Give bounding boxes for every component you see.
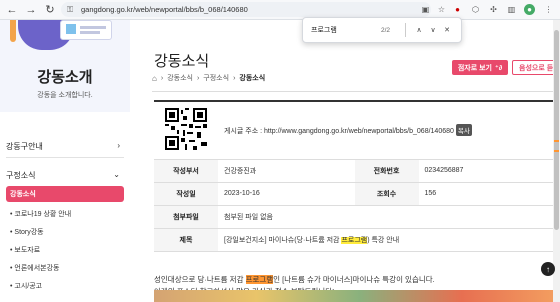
find-close-icon[interactable]: ✕ <box>440 26 454 34</box>
subitem-press[interactable]: • 보도자료 <box>6 242 124 258</box>
scrollbar-thumb[interactable] <box>554 30 559 230</box>
subject-text: ) 특강 안내 <box>367 236 400 244</box>
find-match-marker <box>554 140 559 142</box>
find-count: 2/2 <box>381 26 391 34</box>
find-next-icon[interactable]: ∨ <box>426 26 440 34</box>
browser-window: ← → ↻ ⚿ gangdong.go.kr/web/newportal/bbs… <box>0 0 560 302</box>
page-title: 강동소식 <box>154 53 210 70</box>
date-value: 2023-10-16 <box>218 182 355 206</box>
back-icon[interactable]: ← <box>5 3 19 17</box>
address-bar[interactable]: ⚿ gangdong.go.kr/web/newportal/bbs/b_068… <box>61 2 431 17</box>
breadcrumb: ⌂ › 강동소식 › 구정소식 › 강동소식 <box>152 73 265 83</box>
profile-icon[interactable]: ● <box>524 4 535 15</box>
chevron-right-icon: › <box>117 141 120 150</box>
hero-illustration <box>10 20 16 42</box>
lock-icon[interactable]: ⚿ <box>67 5 76 14</box>
chevron-down-icon: ⌄ <box>113 170 120 179</box>
sidebar-title: 강동소개 <box>37 69 93 86</box>
record-icon[interactable]: ● <box>452 4 463 15</box>
menu-divider <box>6 157 124 158</box>
braille-icon: ⁺∂ <box>495 64 503 72</box>
phone-label: 전화번호 <box>354 159 419 183</box>
find-highlight-current: 프로그램 <box>245 275 274 284</box>
sidebar-item-label: 구정소식 <box>6 170 36 180</box>
breadcrumb-sep: › <box>233 74 236 82</box>
breadcrumb-item[interactable]: 구정소식 <box>203 73 229 83</box>
puzzle-icon[interactable]: ✣ <box>488 4 499 15</box>
body-line: 성인대상으로 당·나트륨 저감 프로그램인 [나트륨 슈가 마이너스]마이나슈 … <box>154 274 554 286</box>
writer-label: 작성부서 <box>154 159 218 183</box>
body-text: 인 [나트륨 슈가 마이너스]마이나슈 특강이 있습니다. <box>273 275 435 284</box>
sidebar: 강동소개 강동을 소개합니다. 강동구안내 › 구정소식 ⌄ 강동소식 • 코로… <box>0 20 130 302</box>
extension-icon[interactable]: ⬡ <box>470 4 481 15</box>
forward-icon[interactable]: → <box>24 3 38 17</box>
subitem-gangdong-news[interactable]: 강동소식 <box>6 186 124 202</box>
qr-cell <box>154 101 218 160</box>
phone-value: 0234256887 <box>418 159 560 183</box>
find-match-marker <box>554 150 559 152</box>
poster-image <box>154 290 560 302</box>
post-url-cell: 게시글 주소 : http://www.gangdong.go.kr/web/n… <box>218 101 560 160</box>
subject-label: 제목 <box>154 228 218 252</box>
date-label: 작성일 <box>154 182 218 206</box>
main-content: 강동소식 ⌂ › 강동소식 › 구정소식 › 강동소식 점자로 보기 ⁺∂ 음성… <box>130 20 560 302</box>
sidebar-item-district-news[interactable]: 구정소식 ⌄ <box>0 166 130 184</box>
title-divider <box>152 91 560 92</box>
find-bar: 프로그램 2/2 ∧ ∨ ✕ <box>302 17 462 43</box>
reload-icon[interactable]: ↻ <box>43 3 57 17</box>
find-input[interactable]: 프로그램 <box>311 25 381 35</box>
qr-code-icon <box>165 108 207 151</box>
copy-url-button[interactable]: 복사 <box>455 124 472 137</box>
hero-illustration-image <box>66 24 76 34</box>
translate-icon[interactable]: ▣ <box>420 4 431 15</box>
body-text: 성인대상으로 당·나트륨 저감 <box>154 275 246 284</box>
braille-view-label: 점자로 보기 <box>457 64 492 72</box>
split-icon[interactable]: ▥ <box>506 4 517 15</box>
subitem-notice[interactable]: • 고시/공고 <box>6 278 124 294</box>
views-value: 156 <box>418 182 560 206</box>
home-icon[interactable]: ⌂ <box>152 74 157 83</box>
bookmark-icon[interactable]: ☆ <box>436 4 447 15</box>
sidebar-item-gangdong-guide[interactable]: 강동구안내 › <box>0 137 130 155</box>
find-divider <box>405 23 406 37</box>
subject-value: [강일보건지소] 마이나슈(당·나트륨 저감 프로그램) 특강 안내 <box>218 228 560 252</box>
breadcrumb-sep: › <box>196 74 200 82</box>
browser-toolbar: ← → ↻ ⚿ gangdong.go.kr/web/newportal/bbs… <box>0 0 560 20</box>
writer-value: 건강증진과 <box>218 159 355 183</box>
breadcrumb-current: 강동소식 <box>239 75 266 82</box>
hero-illustration-line <box>80 26 106 29</box>
audio-listen-label: 음성으로 듣 <box>519 64 554 72</box>
scroll-top-icon[interactable]: ↑ <box>541 262 555 276</box>
url-text: gangdong.go.kr/web/newportal/bbs/b_068/1… <box>81 5 248 14</box>
subject-text: [강일보건지소] 마이나슈(당·나트륨 저감 <box>224 236 342 244</box>
subitem-media[interactable]: • 언론에서본강동 <box>6 260 124 276</box>
subitem-story[interactable]: • Story강동 <box>6 224 124 240</box>
subitem-covid[interactable]: • 코로나19 상황 안내 <box>6 206 124 222</box>
breadcrumb-sep: › <box>160 74 164 82</box>
find-prev-icon[interactable]: ∧ <box>412 26 426 34</box>
post-detail-table: 게시글 주소 : http://www.gangdong.go.kr/web/n… <box>154 100 560 252</box>
views-label: 조회수 <box>354 182 419 206</box>
attach-label: 첨부파일 <box>154 205 218 229</box>
post-url: 게시글 주소 : http://www.gangdong.go.kr/web/n… <box>224 128 454 136</box>
sidebar-item-label: 강동구안내 <box>6 141 43 151</box>
braille-view-button[interactable]: 점자로 보기 ⁺∂ <box>452 60 508 75</box>
hero-illustration-line <box>80 31 100 34</box>
breadcrumb-item[interactable]: 강동소식 <box>167 73 193 83</box>
sidebar-hero: 강동소개 강동을 소개합니다. <box>0 20 130 112</box>
menu-icon[interactable]: ⋮ <box>543 4 554 15</box>
attach-value: 첨부된 파일 없음 <box>218 205 560 229</box>
sidebar-subtitle: 강동을 소개합니다. <box>37 92 93 99</box>
find-highlight: 프로그램 <box>341 236 368 244</box>
